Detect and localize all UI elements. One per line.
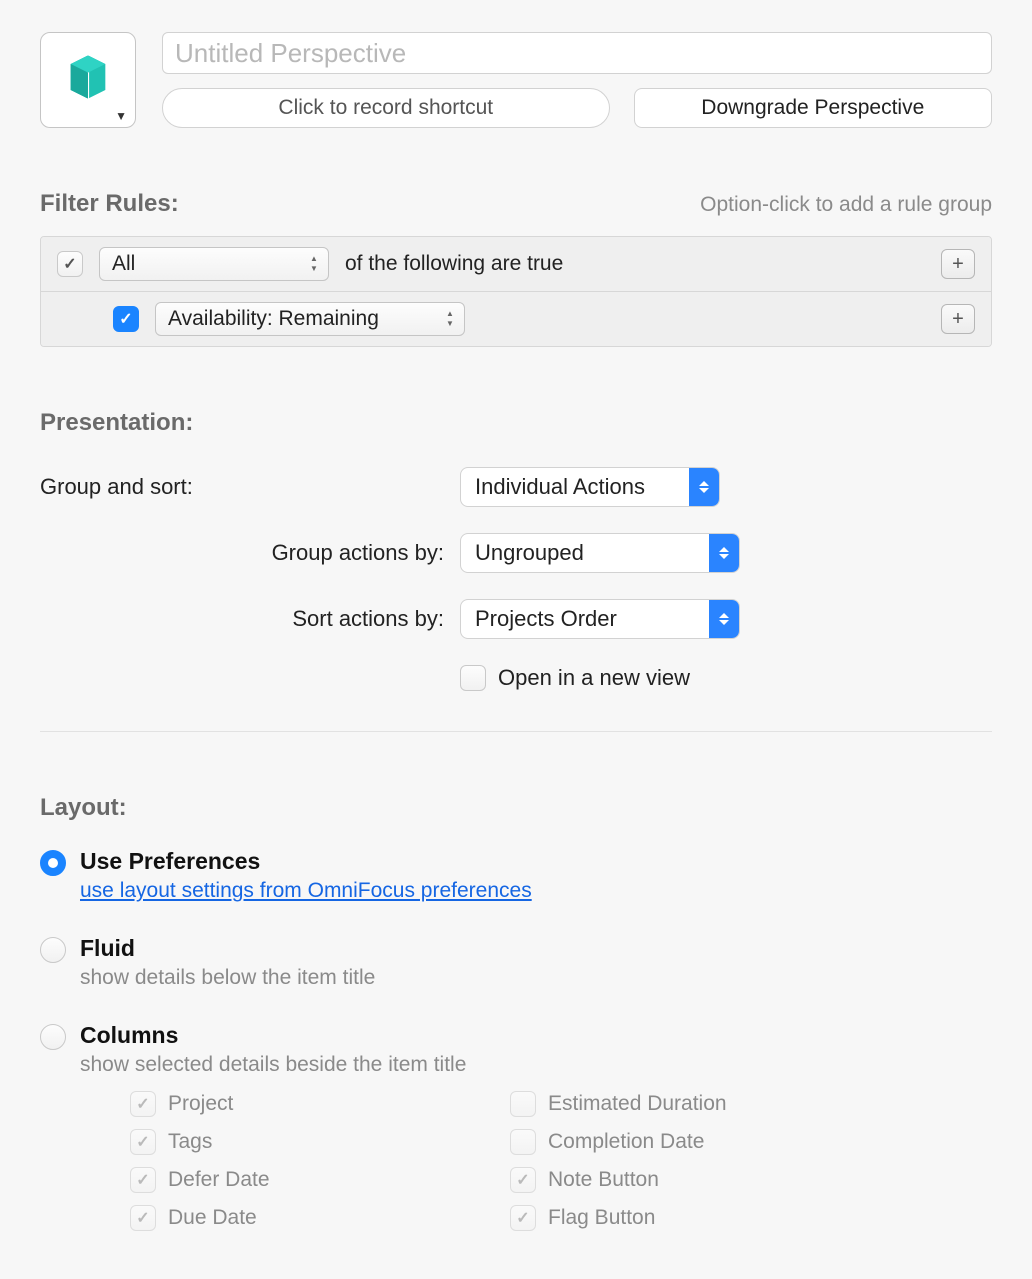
stepper-icon: [709, 534, 739, 572]
downgrade-perspective-button[interactable]: Downgrade Perspective: [634, 88, 992, 128]
layout-fluid-sub: show details below the item title: [80, 966, 375, 990]
column-estimated-checkbox: [510, 1091, 536, 1117]
add-rule-button[interactable]: +: [941, 304, 975, 334]
column-tags-checkbox: [130, 1129, 156, 1155]
column-completion-label: Completion Date: [548, 1130, 704, 1154]
filter-rules-title: Filter Rules:: [40, 190, 179, 218]
column-tags-label: Tags: [168, 1130, 212, 1154]
filter-rule-select[interactable]: Availability: Remaining ▲▼: [155, 302, 465, 336]
layout-fluid-radio[interactable]: [40, 937, 66, 963]
open-new-view-label: Open in a new view: [498, 665, 690, 691]
add-rule-button[interactable]: +: [941, 249, 975, 279]
column-note-checkbox: [510, 1167, 536, 1193]
stepper-icon: ▲▼: [446, 310, 458, 328]
group-actions-by-select[interactable]: Ungrouped: [460, 533, 740, 573]
layout-columns-radio[interactable]: [40, 1024, 66, 1050]
layout-title: Layout:: [40, 794, 992, 822]
layout-columns-sub: show selected details beside the item ti…: [80, 1053, 466, 1077]
layout-use-preferences-radio[interactable]: [40, 850, 66, 876]
filter-root-mode-select[interactable]: All ▲▼: [99, 247, 329, 281]
group-and-sort-label: Group and sort:: [40, 474, 460, 500]
column-flag-label: Flag Button: [548, 1206, 655, 1230]
filter-rules-table: All ▲▼ of the following are true + Avail…: [40, 236, 992, 347]
open-new-view-checkbox[interactable]: [460, 665, 486, 691]
layout-columns-label: Columns: [80, 1022, 466, 1049]
filter-root-suffix: of the following are true: [345, 252, 563, 276]
group-and-sort-value: Individual Actions: [475, 474, 645, 500]
stepper-icon: [689, 468, 719, 506]
presentation-title: Presentation:: [40, 409, 992, 437]
filter-rule-value: Availability: Remaining: [168, 307, 379, 331]
column-estimated-label: Estimated Duration: [548, 1092, 727, 1116]
column-completion-checkbox: [510, 1129, 536, 1155]
layout-preferences-link[interactable]: use layout settings from OmniFocus prefe…: [80, 879, 532, 902]
filter-group-hint: Option-click to add a rule group: [700, 193, 992, 217]
filter-root-checkbox[interactable]: [57, 251, 83, 277]
perspective-name-input[interactable]: [162, 32, 992, 74]
column-note-label: Note Button: [548, 1168, 659, 1192]
layout-fluid-label: Fluid: [80, 935, 375, 962]
sort-actions-by-select[interactable]: Projects Order: [460, 599, 740, 639]
filter-rule-checkbox[interactable]: [113, 306, 139, 332]
group-and-sort-select[interactable]: Individual Actions: [460, 467, 720, 507]
column-project-label: Project: [168, 1092, 233, 1116]
sort-actions-by-value: Projects Order: [475, 606, 617, 632]
perspective-icon-well[interactable]: ▼: [40, 32, 136, 128]
column-project-checkbox: [130, 1091, 156, 1117]
column-defer-label: Defer Date: [168, 1168, 270, 1192]
chevron-down-icon: ▼: [115, 109, 127, 123]
filter-rule-row: Availability: Remaining ▲▼ +: [41, 291, 991, 346]
sort-actions-by-label: Sort actions by:: [40, 606, 460, 632]
stepper-icon: [709, 600, 739, 638]
filter-root-mode-value: All: [112, 252, 135, 276]
filter-root-row: All ▲▼ of the following are true +: [41, 237, 991, 291]
perspective-icon: [62, 51, 114, 109]
column-due-checkbox: [130, 1205, 156, 1231]
column-defer-checkbox: [130, 1167, 156, 1193]
group-actions-by-value: Ungrouped: [475, 540, 584, 566]
column-due-label: Due Date: [168, 1206, 257, 1230]
divider: [40, 731, 992, 732]
group-actions-by-label: Group actions by:: [40, 540, 460, 566]
layout-use-preferences-label: Use Preferences: [80, 848, 532, 875]
record-shortcut-button[interactable]: Click to record shortcut: [162, 88, 610, 128]
column-flag-checkbox: [510, 1205, 536, 1231]
stepper-icon: ▲▼: [310, 255, 322, 273]
